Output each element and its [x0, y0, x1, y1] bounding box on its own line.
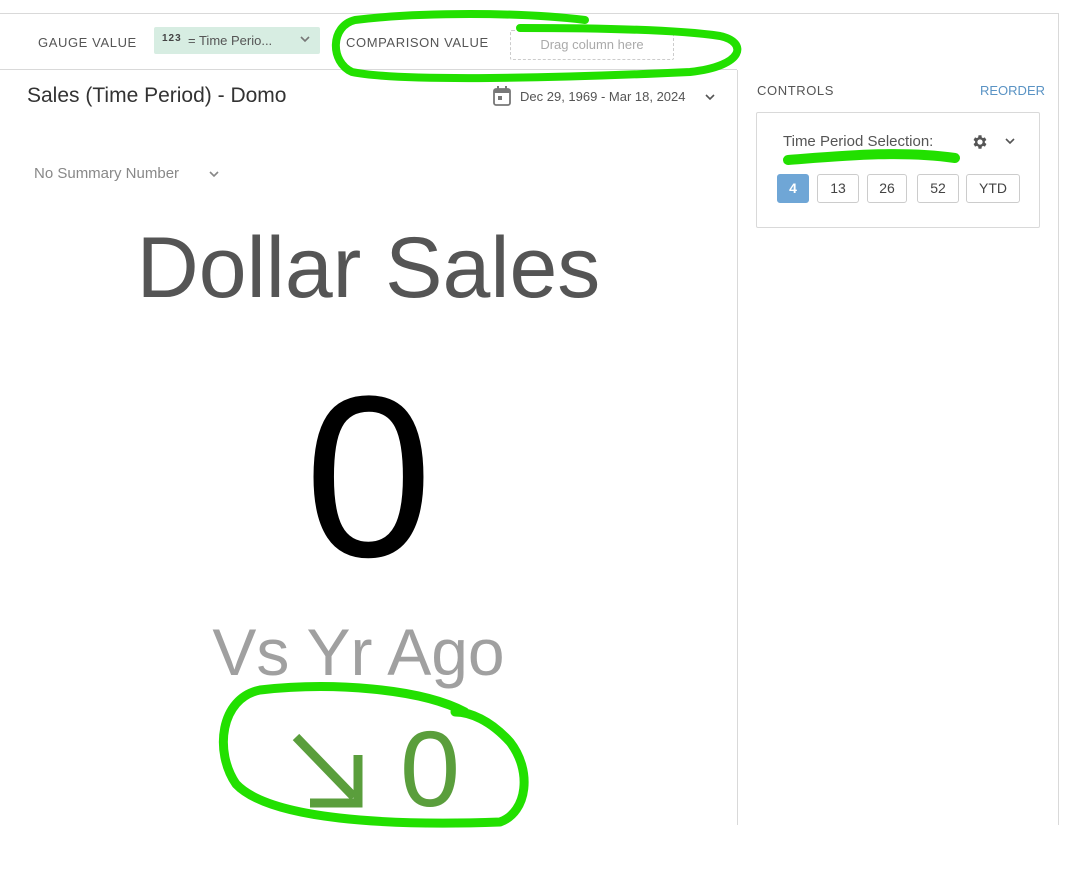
comparison-drop-zone[interactable]: Drag column here [510, 30, 674, 60]
summary-number-dropdown[interactable]: No Summary Number [34, 165, 219, 182]
period-option-13[interactable]: 13 [817, 174, 859, 203]
chevron-down-icon[interactable] [1003, 134, 1017, 148]
toolbar-divider [0, 69, 737, 70]
controls-heading: CONTROLS [757, 83, 835, 98]
calendar-icon [493, 86, 511, 106]
filter-label: Time Period Selection: [783, 133, 934, 150]
summary-number-label: No Summary Number [34, 165, 180, 182]
gear-icon[interactable] [971, 133, 989, 151]
period-option-26[interactable]: 26 [867, 174, 907, 203]
gauge-value-pill-label: = Time Perio... [188, 33, 273, 48]
comparison-value: 0 [400, 708, 461, 829]
right-border [1058, 13, 1059, 825]
panel-divider [737, 70, 738, 825]
chevron-down-icon[interactable] [703, 90, 717, 104]
gauge-value-pill[interactable]: 123 = Time Perio... [154, 27, 320, 54]
period-option-52[interactable]: 52 [917, 174, 959, 203]
comparison-value-label: COMPARISON VALUE [346, 35, 489, 50]
arrow-down-right-icon [292, 733, 363, 808]
chevron-down-icon[interactable] [298, 32, 312, 46]
top-divider [0, 13, 1058, 14]
gauge-value-label: GAUGE VALUE [38, 35, 137, 50]
reorder-link[interactable]: REORDER [980, 83, 1045, 98]
card-title: Sales (Time Period) - Domo [27, 84, 287, 107]
gauge-value: 0 [304, 348, 433, 605]
chevron-down-icon[interactable] [207, 167, 221, 181]
gauge-title: Dollar Sales [136, 220, 601, 316]
comparison-label: Vs Yr Ago [212, 615, 505, 689]
date-range-text: Dec 29, 1969 - Mar 18, 2024 [520, 89, 686, 104]
period-option-4[interactable]: 4 [777, 174, 809, 203]
time-period-filter-card: Time Period Selection: 4 13 26 52 YTD [756, 112, 1040, 228]
comparison-change: 0 [290, 713, 490, 825]
numeric-type-icon: 123 [162, 33, 182, 44]
period-option-ytd[interactable]: YTD [966, 174, 1020, 203]
